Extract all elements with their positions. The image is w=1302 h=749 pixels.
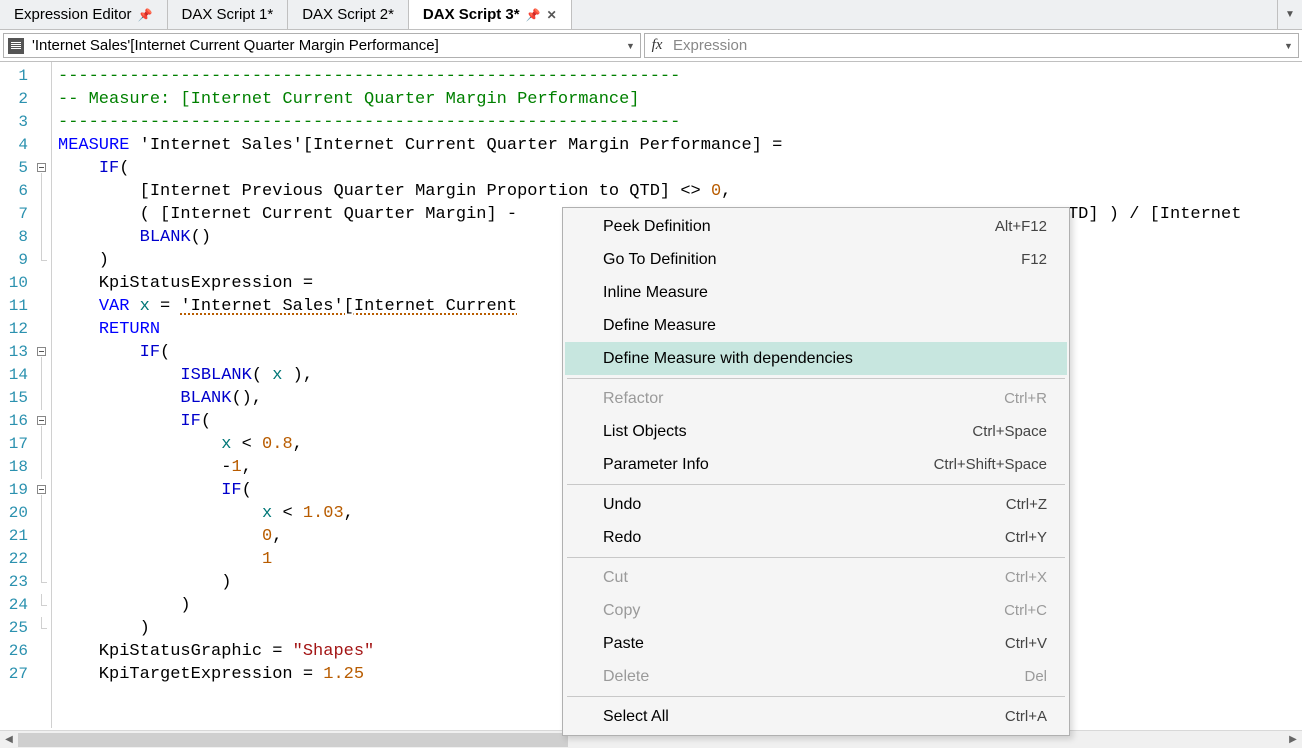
close-icon[interactable]: ✕: [547, 8, 557, 22]
menu-item-label: Peek Definition: [603, 218, 995, 236]
menu-item-refactor: RefactorCtrl+R: [565, 382, 1067, 415]
menu-item-shortcut: Alt+F12: [995, 218, 1047, 235]
menu-item-go-to-definition[interactable]: Go To DefinitionF12: [565, 243, 1067, 276]
tab-bar: Expression Editor 📌 DAX Script 1* DAX Sc…: [0, 0, 1302, 30]
menu-separator: [567, 696, 1065, 697]
menu-item-list-objects[interactable]: List ObjectsCtrl+Space: [565, 415, 1067, 448]
scroll-thumb[interactable]: [18, 733, 568, 747]
tab-dax-script-2[interactable]: DAX Script 2*: [288, 0, 409, 29]
menu-item-define-measure-with-dependencies[interactable]: Define Measure with dependencies: [565, 342, 1067, 375]
menu-item-label: Paste: [603, 635, 1005, 653]
toolbar: 'Internet Sales'[Internet Current Quarte…: [0, 30, 1302, 62]
menu-item-define-measure[interactable]: Define Measure: [565, 309, 1067, 342]
menu-item-parameter-info[interactable]: Parameter InfoCtrl+Shift+Space: [565, 448, 1067, 481]
menu-item-label: Cut: [603, 569, 1005, 587]
menu-item-shortcut: Del: [1024, 668, 1047, 685]
measure-icon: [4, 38, 28, 54]
menu-item-label: Go To Definition: [603, 251, 1021, 269]
menu-item-peek-definition[interactable]: Peek DefinitionAlt+F12: [565, 210, 1067, 243]
menu-item-label: List Objects: [603, 423, 972, 441]
menu-item-copy: CopyCtrl+C: [565, 594, 1067, 627]
menu-item-shortcut: Ctrl+V: [1005, 635, 1047, 652]
expression-placeholder: Expression: [669, 37, 1278, 54]
menu-item-label: Delete: [603, 668, 1024, 686]
menu-item-shortcut: Ctrl+Shift+Space: [934, 456, 1047, 473]
scroll-right-button[interactable]: ▶: [1284, 731, 1302, 749]
menu-item-undo[interactable]: UndoCtrl+Z: [565, 488, 1067, 521]
menu-item-label: Parameter Info: [603, 456, 934, 474]
line-number-gutter: 1234567891011121314151617181920212223242…: [0, 62, 34, 728]
menu-item-label: Copy: [603, 602, 1004, 620]
menu-item-label: Define Measure with dependencies: [603, 350, 1047, 368]
fx-icon: fx: [645, 37, 669, 54]
tab-expression-editor[interactable]: Expression Editor 📌: [0, 0, 168, 29]
chevron-down-icon[interactable]: ▼: [1278, 41, 1298, 51]
menu-item-shortcut: Ctrl+Z: [1006, 496, 1047, 513]
tab-label: DAX Script 2*: [302, 6, 394, 23]
fold-gutter[interactable]: [34, 62, 52, 728]
menu-item-shortcut: Ctrl+Y: [1005, 529, 1047, 546]
menu-item-shortcut: Ctrl+R: [1004, 390, 1047, 407]
tab-label: DAX Script 1*: [182, 6, 274, 23]
menu-item-select-all[interactable]: Select AllCtrl+A: [565, 700, 1067, 733]
tab-bar-spacer: [572, 0, 1278, 29]
menu-separator: [567, 484, 1065, 485]
menu-item-label: Undo: [603, 496, 1006, 514]
menu-item-label: Redo: [603, 529, 1005, 547]
menu-item-shortcut: Ctrl+C: [1004, 602, 1047, 619]
measure-path: 'Internet Sales'[Internet Current Quarte…: [28, 37, 620, 54]
context-menu: Peek DefinitionAlt+F12Go To DefinitionF1…: [562, 207, 1070, 736]
menu-item-delete: DeleteDel: [565, 660, 1067, 693]
tab-overflow-button[interactable]: ▼: [1278, 0, 1302, 29]
menu-item-shortcut: Ctrl+A: [1005, 708, 1047, 725]
menu-item-shortcut: Ctrl+Space: [972, 423, 1047, 440]
menu-separator: [567, 378, 1065, 379]
pin-icon[interactable]: 📌: [526, 8, 541, 22]
measure-selector[interactable]: 'Internet Sales'[Internet Current Quarte…: [3, 33, 641, 58]
pin-icon[interactable]: 📌: [138, 8, 153, 22]
tab-dax-script-3[interactable]: DAX Script 3* 📌 ✕: [409, 0, 572, 29]
menu-item-shortcut: Ctrl+X: [1005, 569, 1047, 586]
tab-label: Expression Editor: [14, 6, 132, 23]
menu-item-paste[interactable]: PasteCtrl+V: [565, 627, 1067, 660]
scroll-left-button[interactable]: ◀: [0, 731, 18, 749]
menu-item-label: Define Measure: [603, 317, 1047, 335]
tab-label: DAX Script 3*: [423, 6, 520, 23]
chevron-down-icon[interactable]: ▼: [620, 41, 640, 51]
menu-item-shortcut: F12: [1021, 251, 1047, 268]
menu-item-cut: CutCtrl+X: [565, 561, 1067, 594]
menu-item-label: Select All: [603, 708, 1005, 726]
menu-item-label: Refactor: [603, 390, 1004, 408]
menu-item-label: Inline Measure: [603, 284, 1047, 302]
expression-selector[interactable]: fx Expression ▼: [644, 33, 1299, 58]
tab-dax-script-1[interactable]: DAX Script 1*: [168, 0, 289, 29]
menu-separator: [567, 557, 1065, 558]
menu-item-redo[interactable]: RedoCtrl+Y: [565, 521, 1067, 554]
menu-item-inline-measure[interactable]: Inline Measure: [565, 276, 1067, 309]
